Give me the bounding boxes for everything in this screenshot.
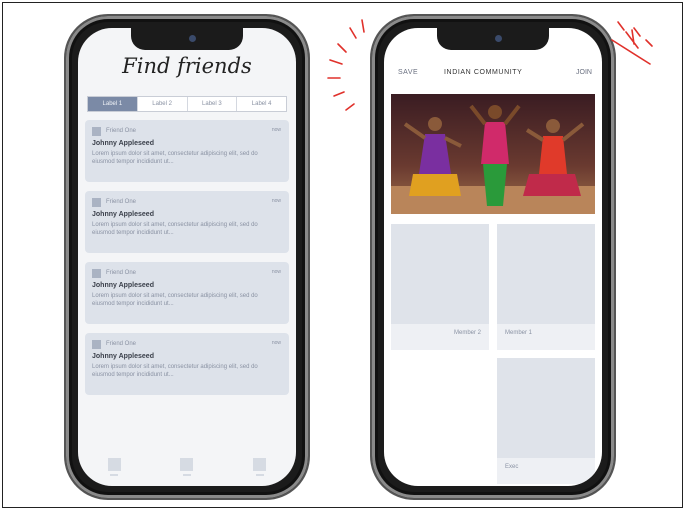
avatar — [92, 268, 101, 278]
card-text: Lorem ipsum dolor sit amet, consectetur … — [92, 151, 258, 165]
friend-name: Friend One — [106, 341, 137, 347]
tab-label-3[interactable]: Label 3 — [188, 97, 238, 111]
avatar — [92, 126, 101, 136]
friend-list: Friend One now Johnny Appleseed Lorem ip… — [85, 120, 289, 404]
nav-item-2[interactable] — [180, 458, 194, 476]
card-title: Johnny Appleseed — [92, 353, 154, 360]
member-card[interactable]: Member 1 — [497, 224, 595, 350]
friend-card[interactable]: Friend One now Johnny Appleseed Lorem ip… — [85, 333, 289, 395]
community-title: INDIAN COMMUNITY — [444, 69, 523, 76]
bottom-nav — [78, 458, 296, 476]
tab-bar: Label 1 Label 2 Label 3 Label 4 — [87, 96, 287, 112]
nav-label — [255, 474, 264, 476]
nav-icon — [107, 458, 121, 471]
timestamp: now — [271, 269, 281, 275]
timestamp: now — [271, 340, 281, 346]
nav-icon — [253, 458, 267, 471]
dancers-illustration — [391, 94, 595, 214]
avatar — [92, 339, 101, 349]
dancers-photo — [391, 94, 595, 214]
tab-label-2[interactable]: Label 2 — [138, 97, 188, 111]
tab-label-4[interactable]: Label 4 — [237, 97, 286, 111]
save-button[interactable]: SAVE — [398, 69, 418, 76]
member-photo-placeholder — [497, 358, 595, 458]
tab-label-1[interactable]: Label 1 — [88, 97, 138, 111]
friend-card[interactable]: Friend One now Johnny Appleseed Lorem ip… — [85, 191, 289, 253]
camera-icon — [495, 35, 502, 42]
friend-name: Friend One — [106, 270, 137, 276]
find-friends-screen: Find friends Label 1 Label 2 Label 3 Lab… — [78, 28, 296, 486]
member-label: Member 1 — [505, 330, 533, 336]
member-card[interactable]: Member 2 — [391, 224, 489, 350]
friend-card[interactable]: Friend One now Johnny Appleseed Lorem ip… — [85, 120, 289, 182]
nav-label — [182, 474, 191, 476]
phone-notch — [437, 28, 549, 50]
page-title: Find friends — [122, 54, 252, 78]
avatar — [92, 197, 101, 207]
nav-item-1[interactable] — [107, 458, 121, 476]
card-text: Lorem ipsum dolor sit amet, consectetur … — [92, 222, 258, 236]
member-photo-placeholder — [391, 224, 489, 324]
timestamp: now — [271, 127, 281, 133]
friend-name: Friend One — [106, 199, 137, 205]
card-title: Johnny Appleseed — [92, 211, 154, 218]
community-screen: SAVE INDIAN COMMUNITY JOIN Member 1 Memb… — [384, 28, 602, 486]
card-title: Johnny Appleseed — [92, 140, 154, 147]
card-text: Lorem ipsum dolor sit amet, consectetur … — [92, 364, 258, 378]
friend-card[interactable]: Friend One now Johnny Appleseed Lorem ip… — [85, 262, 289, 324]
member-grid: Member 1 Member 2 Exec — [391, 224, 595, 486]
card-text: Lorem ipsum dolor sit amet, consectetur … — [92, 293, 258, 307]
friend-name: Friend One — [106, 128, 137, 134]
phone-notch — [131, 28, 243, 50]
member-photo-placeholder — [497, 224, 595, 324]
join-button[interactable]: JOIN — [576, 69, 592, 76]
member-card[interactable]: Exec — [497, 358, 595, 484]
member-label: Exec — [505, 464, 519, 470]
nav-icon — [180, 458, 194, 471]
member-label: Member 2 — [453, 330, 481, 336]
nav-label — [110, 474, 119, 476]
camera-icon — [189, 35, 196, 42]
phone-community: SAVE INDIAN COMMUNITY JOIN Member 1 Memb… — [370, 14, 616, 500]
timestamp: now — [271, 198, 281, 204]
phone-find-friends: Find friends Label 1 Label 2 Label 3 Lab… — [64, 14, 310, 500]
nav-item-3[interactable] — [253, 458, 267, 476]
card-title: Johnny Appleseed — [92, 282, 154, 289]
community-header: SAVE INDIAN COMMUNITY JOIN — [384, 68, 602, 82]
